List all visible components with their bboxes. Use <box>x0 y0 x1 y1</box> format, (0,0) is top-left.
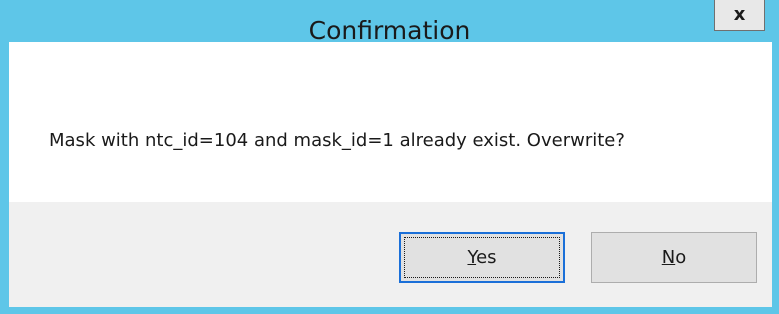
yes-accelerator: Y <box>467 247 477 268</box>
button-area: Yes No <box>9 202 772 307</box>
no-label-rest: o <box>675 247 687 268</box>
dialog-body: Mask with ntc_id=104 and mask_id=1 alrea… <box>9 42 772 307</box>
message-area: Mask with ntc_id=104 and mask_id=1 alrea… <box>9 42 772 202</box>
yes-button[interactable]: Yes <box>399 232 565 283</box>
no-accelerator: N <box>661 247 676 268</box>
title-bar[interactable]: Confirmation x <box>0 0 779 45</box>
yes-button-label: Yes <box>467 247 496 268</box>
no-button-label: No <box>662 247 686 268</box>
confirmation-dialog: Confirmation x Mask with ntc_id=104 and … <box>0 0 779 314</box>
no-button[interactable]: No <box>591 232 757 283</box>
message-text: Mask with ntc_id=104 and mask_id=1 alrea… <box>49 130 625 151</box>
close-icon: x <box>733 4 746 25</box>
yes-label-rest: es <box>476 247 497 268</box>
close-button[interactable]: x <box>714 0 765 31</box>
